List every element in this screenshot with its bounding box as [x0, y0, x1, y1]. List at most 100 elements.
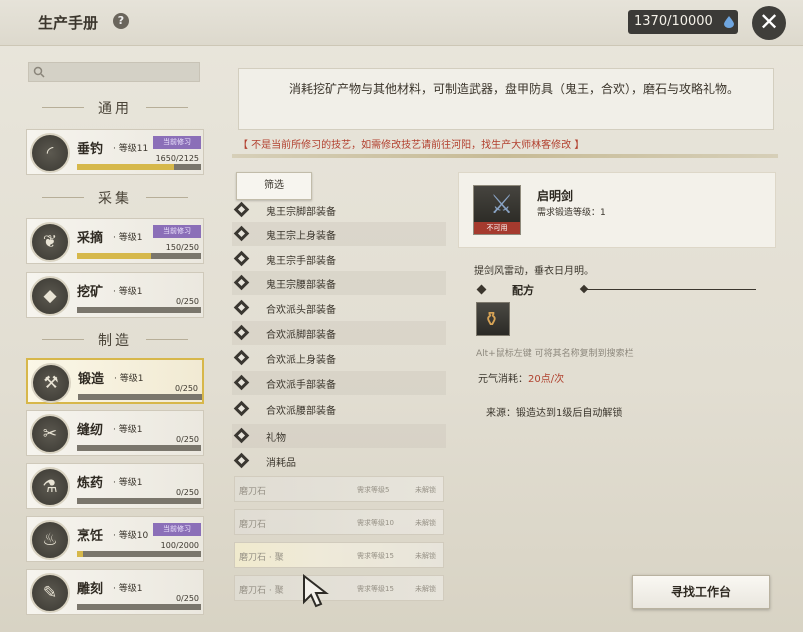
recipe-item[interactable]: 磨刀石 · 聚 需求等级15 未解锁	[234, 575, 444, 601]
category-row[interactable]: 鬼王宗脚部装备	[232, 198, 446, 222]
material-slot[interactable]: ⚱	[476, 302, 510, 336]
search-icon	[33, 66, 45, 78]
skill-warning: 【 不是当前所修习的技艺，如需修改技艺请前往河阳，找生产大师林客修改 】	[238, 140, 585, 151]
skill-name: 烹饪	[77, 529, 104, 544]
section-make: 制造	[22, 330, 208, 350]
skill-card-cooking[interactable]: ♨ 烹饪 · 等级10 当前修习 100/2000	[26, 516, 204, 562]
skill-level: · 等级1	[114, 374, 144, 384]
material-icon: ⚱	[483, 307, 500, 331]
skill-level: · 等级1	[113, 425, 143, 435]
cursor-icon	[303, 574, 329, 608]
search-input[interactable]	[49, 64, 197, 80]
category-row[interactable]: 鬼王宗手部装备	[232, 247, 446, 271]
title-bar: 生产手册 ? 1370/10000 ✕	[0, 0, 803, 46]
skill-card-forging[interactable]: ⚒ 锻造 · 等级1 0/250	[26, 358, 204, 404]
diamond-icon	[233, 250, 250, 267]
category-row[interactable]: 鬼王宗上身装备	[232, 222, 446, 246]
anvil-icon: ⚒	[31, 363, 71, 403]
diamond-icon	[233, 400, 250, 417]
category-row-expanded[interactable]: 消耗品	[232, 449, 446, 473]
recipe-item[interactable]: 磨刀石 需求等级10 未解锁	[234, 509, 444, 535]
skill-level: · 等级1	[113, 233, 143, 243]
skill-list: 通用 ◜ 垂钓 · 等级11 当前修习 1650/2125 采集 ❦ 采摘 · …	[22, 58, 212, 618]
unlock-source: 来源：锻造达到1级后自动解锁	[486, 408, 623, 419]
ore-icon: ◆	[30, 276, 70, 316]
category-row[interactable]: 礼物	[232, 424, 446, 448]
skill-name: 缝纫	[77, 423, 104, 438]
skill-progress-bar	[78, 394, 202, 400]
skill-progress: 0/250	[175, 488, 199, 497]
help-icon[interactable]: ?	[113, 13, 129, 29]
diamond-icon	[233, 299, 250, 316]
cooking-icon: ♨	[30, 520, 70, 560]
carving-icon: ✎	[30, 573, 70, 613]
unusable-tag: 不可用	[474, 222, 520, 234]
skill-description: 消耗挖矿产物与其他材料，可制造武器，盘甲防具（鬼王，合欢），磨石与攻略礼物。	[238, 68, 774, 130]
skill-name: 雕刻	[77, 582, 104, 597]
find-workbench-button[interactable]: 寻找工作台	[632, 575, 770, 609]
skill-card-fishing[interactable]: ◜ 垂钓 · 等级11 当前修习 1650/2125	[26, 129, 204, 175]
leaf-icon: ❦	[30, 222, 70, 262]
skill-progress-bar	[77, 498, 201, 504]
skill-progress-bar	[77, 164, 201, 170]
category-row[interactable]: 合欢派腰部装备	[232, 397, 446, 421]
search-box[interactable]	[28, 62, 200, 82]
recipe-item[interactable]: 磨刀石 · 聚 需求等级15 未解锁	[234, 542, 444, 568]
skill-card-picking[interactable]: ❦ 采摘 · 等级1 当前修习 150/250	[26, 218, 204, 264]
diamond-icon	[233, 427, 250, 444]
diamond-icon	[233, 374, 250, 391]
category-row[interactable]: 合欢派头部装备	[232, 296, 446, 320]
section-gather: 采集	[22, 188, 208, 208]
skill-progress: 0/250	[175, 594, 199, 603]
section-general: 通用	[22, 98, 208, 118]
fishing-icon: ◜	[30, 133, 70, 173]
skill-progress-bar	[77, 253, 201, 259]
skill-progress-bar	[77, 551, 201, 557]
formula-label: 配方	[512, 284, 534, 297]
diamond-icon	[233, 324, 250, 341]
recipe-flavor-text: 提剑风雷动，垂衣日月明。	[474, 266, 594, 277]
category-row[interactable]: 合欢派上身装备	[232, 346, 446, 370]
recipe-list: 筛选 鬼王宗脚部装备 鬼王宗上身装备 鬼王宗手部装备 鬼王宗腰部装备 合欢派头部…	[232, 170, 450, 610]
skill-progress-bar	[77, 604, 201, 610]
skill-progress-bar	[77, 307, 201, 313]
skill-name: 垂钓	[77, 142, 104, 157]
skill-card-sewing[interactable]: ✂ 缝纫 · 等级1 0/250	[26, 410, 204, 456]
skill-level: · 等级1	[113, 478, 143, 488]
category-row[interactable]: 合欢派脚部装备	[232, 321, 446, 345]
diamond-icon	[233, 225, 250, 242]
skill-name: 炼药	[77, 476, 104, 491]
skill-progress: 1650/2125	[155, 154, 199, 163]
filter-button[interactable]: 筛选	[236, 172, 312, 200]
sewing-icon: ✂	[30, 414, 70, 454]
diamond-icon	[233, 452, 250, 469]
skill-card-alchemy[interactable]: ⚗ 炼药 · 等级1 0/250	[26, 463, 204, 509]
diamond-icon	[233, 201, 250, 218]
energy-counter-value: 1370/10000	[634, 14, 713, 29]
energy-cost: 元气消耗：20点/次	[478, 374, 565, 385]
recipe-detail: ⚔ 不可用 启明剑 需求锻造等级：1 提剑风雷动，垂衣日月明。 配方 ⚱ Alt…	[458, 172, 776, 612]
recipe-title: 启明剑	[537, 189, 574, 203]
divider	[232, 154, 778, 158]
close-button[interactable]: ✕	[752, 6, 786, 40]
skill-level: · 等级11	[113, 144, 149, 154]
water-drop-icon	[724, 16, 734, 28]
skill-name: 挖矿	[77, 285, 104, 300]
skill-card-carving[interactable]: ✎ 雕刻 · 等级1 0/250	[26, 569, 204, 615]
skill-level: · 等级1	[113, 287, 143, 297]
skill-progress: 0/250	[175, 297, 199, 306]
category-row[interactable]: 合欢派手部装备	[232, 371, 446, 395]
skill-progress: 150/250	[165, 243, 199, 252]
recipe-item[interactable]: 磨刀石 需求等级5 未解锁	[234, 476, 444, 502]
skill-level: · 等级10	[113, 531, 149, 541]
category-row[interactable]: 鬼王宗腰部装备	[232, 271, 446, 295]
current-study-badge: 当前修习	[153, 523, 201, 536]
copy-hint: Alt+鼠标左键 可将其名称复制到搜索栏	[476, 349, 634, 359]
production-manual-window: 生产手册 ? 1370/10000 ✕ 通用 ◜ 垂钓 · 等级11 当前修习 …	[0, 0, 803, 632]
diamond-icon	[233, 349, 250, 366]
sword-icon[interactable]: ⚔ 不可用	[473, 185, 521, 235]
skill-card-mining[interactable]: ◆ 挖矿 · 等级1 0/250	[26, 272, 204, 318]
skill-progress: 100/2000	[160, 541, 199, 550]
formula-divider	[586, 289, 756, 290]
formula-header: 配方	[474, 282, 756, 298]
